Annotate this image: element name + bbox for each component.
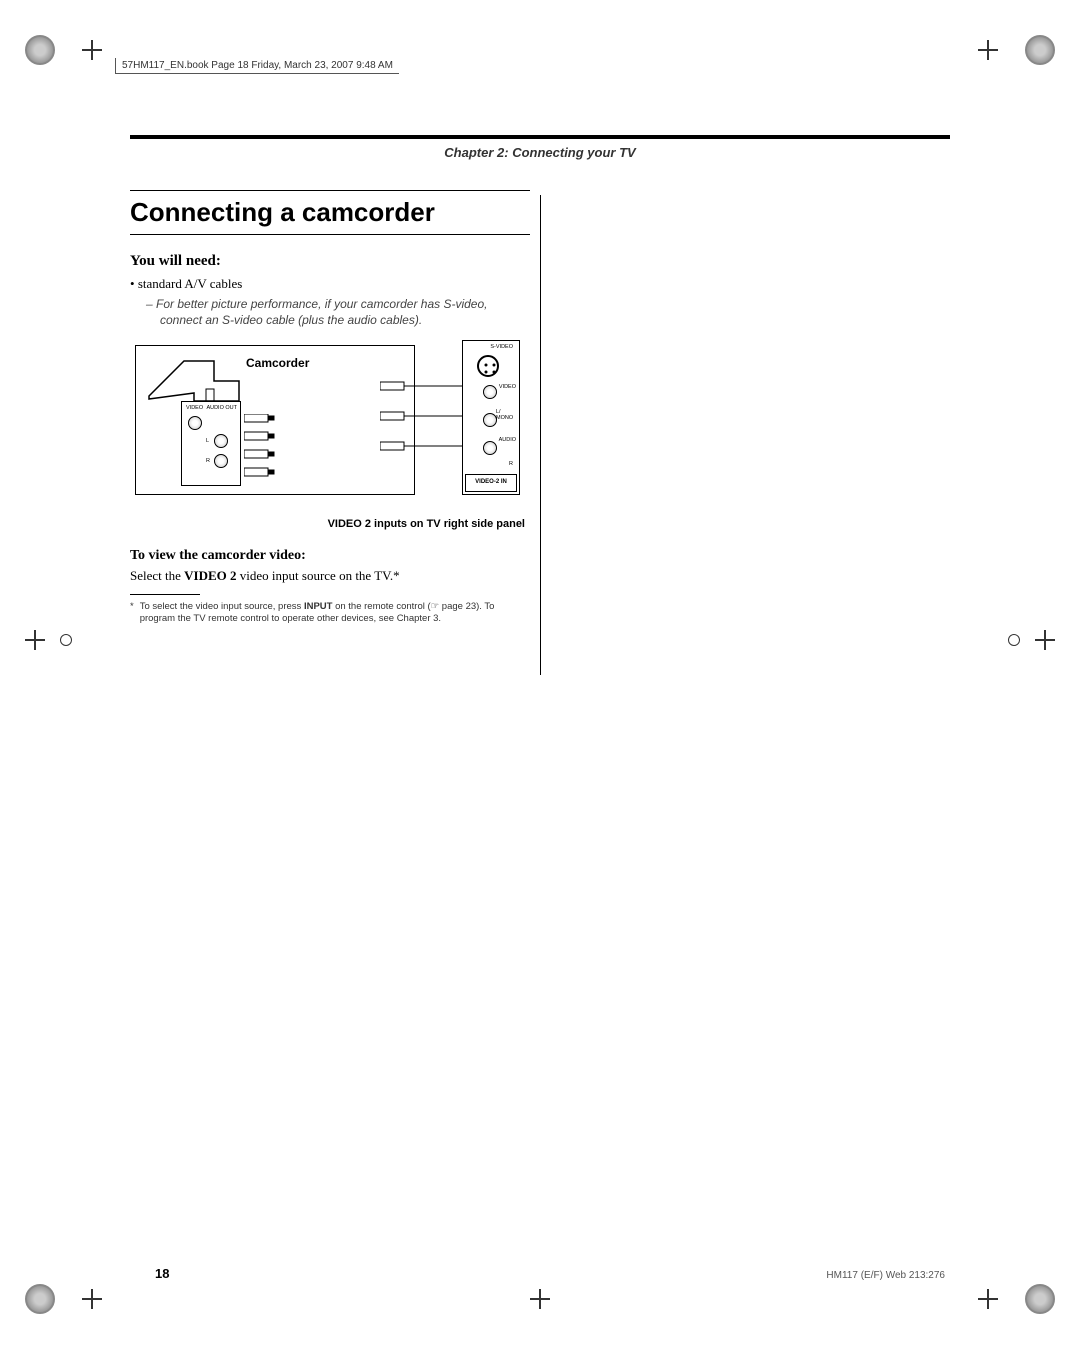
camcorder-cable-connectors-icon <box>244 414 304 489</box>
connection-cables-icon <box>380 380 470 470</box>
tv-r-label: R <box>509 461 513 467</box>
print-mark-side-icon <box>1008 634 1020 646</box>
camcorder-icon <box>144 351 244 406</box>
tv-panel-input-label: VIDEO-2 IN <box>465 474 517 492</box>
view-heading: To view the camcorder video: <box>130 548 530 564</box>
tv-input-panel: S-VIDEO VIDEO L/ MONO AUDIO R VIDEO-2 IN <box>462 340 520 495</box>
tv-video-port-icon <box>483 385 497 399</box>
footnote-bold: INPUT <box>304 601 333 612</box>
tv-svideo-label: S-VIDEO <box>490 344 513 350</box>
print-mark-cross-icon <box>82 40 102 60</box>
chapter-title: Chapter 2: Connecting your TV <box>130 145 950 160</box>
sub-bullet-svideo-note: For better picture performance, if your … <box>160 296 530 328</box>
print-mark-corner-tr <box>1025 35 1055 65</box>
port-video-label: VIDEO <box>186 405 203 411</box>
tv-audio-label: AUDIO <box>499 437 516 443</box>
footnote-prefix: To select the video input source, press <box>140 601 304 612</box>
footnote-text: To select the video input source, press … <box>140 601 525 624</box>
print-mark-corner-br <box>1025 1284 1055 1314</box>
tv-audio-r-port-icon <box>483 441 497 455</box>
view-text-prefix: Select the <box>130 568 184 583</box>
view-instruction-text: Select the VIDEO 2 video input source on… <box>130 568 530 584</box>
view-camcorder-section: To view the camcorder video: Select the … <box>130 548 530 584</box>
tv-video-label: VIDEO <box>499 384 516 390</box>
print-mark-cross-icon <box>1035 630 1055 650</box>
section-heading: Connecting a camcorder <box>130 190 530 235</box>
port-audio-out-label: AUDIO OUT <box>206 405 237 411</box>
svideo-port-icon <box>477 355 499 377</box>
you-will-need-heading: You will need: <box>130 253 530 270</box>
footer-doc-id: HM117 (E/F) Web 213:276 <box>826 1270 945 1281</box>
tv-l-mono-label: L/ MONO <box>496 409 516 421</box>
print-mark-cross-icon <box>25 630 45 650</box>
print-mark-corner-bl <box>25 1284 55 1314</box>
bullet-av-cables: standard A/V cables <box>142 276 530 292</box>
print-mark-side-icon <box>60 634 72 646</box>
audio-l-port-icon <box>214 434 228 448</box>
camcorder-port-panel: VIDEO AUDIO OUT L R <box>181 401 241 486</box>
print-mark-cross-icon <box>530 1289 550 1309</box>
footnote: * To select the video input source, pres… <box>130 601 525 624</box>
print-mark-corner-tl <box>25 35 55 65</box>
chapter-divider-bar <box>130 135 950 139</box>
audio-r-port-icon <box>214 454 228 468</box>
diagram-caption: VIDEO 2 inputs on TV right side panel <box>130 518 525 530</box>
column-divider <box>540 195 541 675</box>
video-port-icon <box>188 416 202 430</box>
port-r-label: R <box>206 458 210 464</box>
page-number: 18 <box>155 1266 169 1281</box>
camcorder-label: Camcorder <box>246 356 309 370</box>
tv-audio-l-port-icon <box>483 413 497 427</box>
view-text-suffix: video input source on the TV.* <box>237 568 400 583</box>
connection-diagram: Camcorder VIDEO AUDIO OUT L R <box>130 340 525 510</box>
document-header-info: 57HM117_EN.book Page 18 Friday, March 23… <box>115 58 399 74</box>
print-mark-cross-icon <box>978 1289 998 1309</box>
print-mark-cross-icon <box>978 40 998 60</box>
print-mark-cross-icon <box>82 1289 102 1309</box>
port-l-label: L <box>206 438 209 444</box>
left-column: Connecting a camcorder You will need: st… <box>130 190 530 624</box>
view-text-bold: VIDEO 2 <box>184 568 236 583</box>
footnote-marker: * <box>130 601 134 624</box>
footnote-divider <box>130 594 200 595</box>
camcorder-outline: Camcorder VIDEO AUDIO OUT L R <box>135 345 415 495</box>
